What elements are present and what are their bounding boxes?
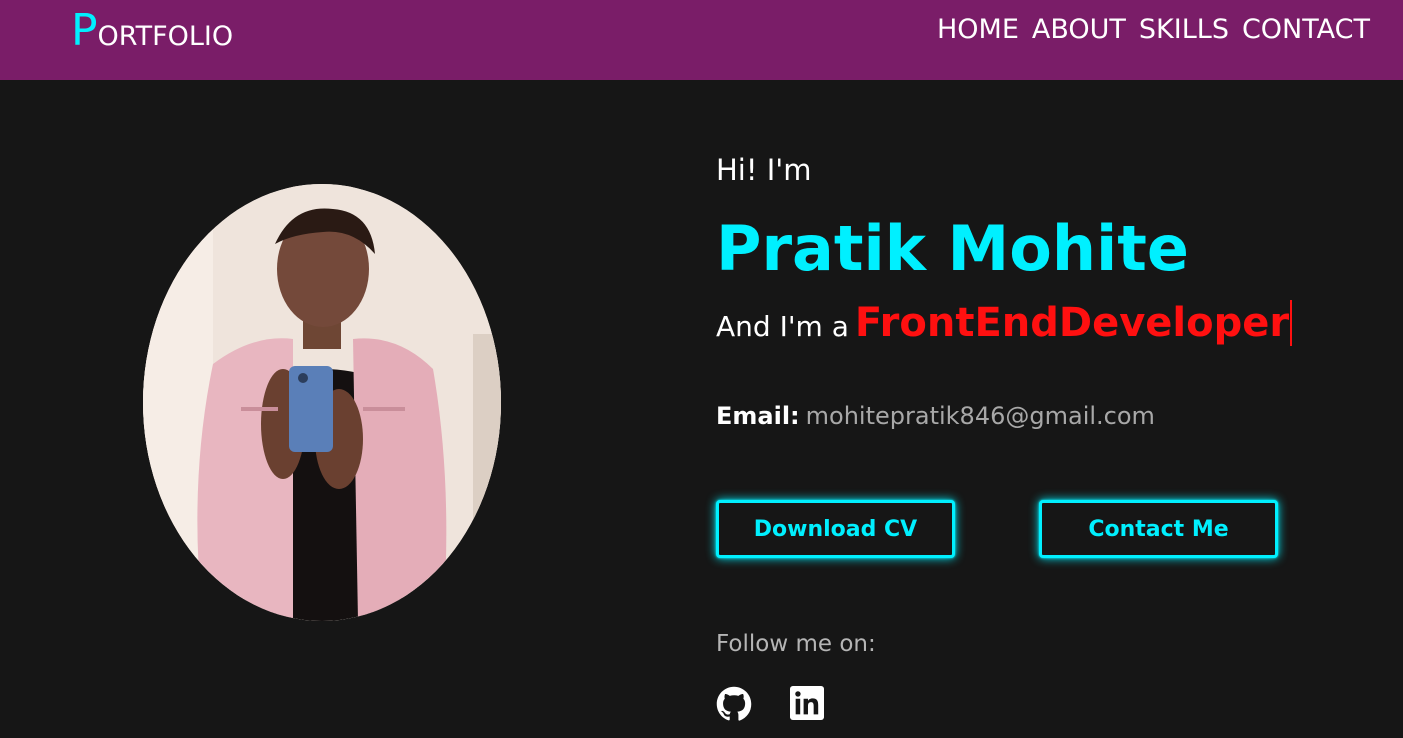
github-icon[interactable] <box>716 686 752 722</box>
nav-links: HOME ABOUT SKILLS CONTACT <box>937 10 1370 50</box>
nav-link-skills[interactable]: SKILLS <box>1139 10 1229 50</box>
nav-link-contact[interactable]: CONTACT <box>1242 10 1370 50</box>
linkedin-icon[interactable] <box>790 686 826 722</box>
nav-link-about[interactable]: ABOUT <box>1032 10 1126 50</box>
contact-me-button[interactable]: Contact Me <box>1039 500 1278 558</box>
follow-text: Follow me on: <box>716 631 876 657</box>
navbar: PORTFOLIO HOME ABOUT SKILLS CONTACT <box>0 0 1403 80</box>
email-value[interactable]: mohitepratik846@gmail.com <box>806 402 1155 430</box>
logo-rest: ORTFOLIO <box>97 21 234 52</box>
email-label: Email: <box>716 402 800 430</box>
github-icon-glyph <box>716 686 752 721</box>
role-prefix: And I'm a <box>716 310 849 343</box>
linkedin-icon-glyph <box>790 686 824 720</box>
download-cv-button[interactable]: Download CV <box>716 500 955 558</box>
hero-name: Pratik Mohite <box>716 212 1189 285</box>
role-line: And I'm a FrontEndDeveloper <box>716 300 1293 370</box>
site-logo[interactable]: PORTFOLIO <box>71 6 233 62</box>
nav-link-home[interactable]: HOME <box>937 10 1019 50</box>
greeting-text: Hi! I'm <box>716 153 812 187</box>
email-row: Email: mohitepratik846@gmail.com <box>716 398 1155 434</box>
profile-photo-illustration <box>143 184 501 621</box>
typed-role: FrontEndDeveloper <box>848 300 1293 346</box>
logo-first-letter: P <box>71 5 98 56</box>
profile-photo <box>143 184 501 621</box>
